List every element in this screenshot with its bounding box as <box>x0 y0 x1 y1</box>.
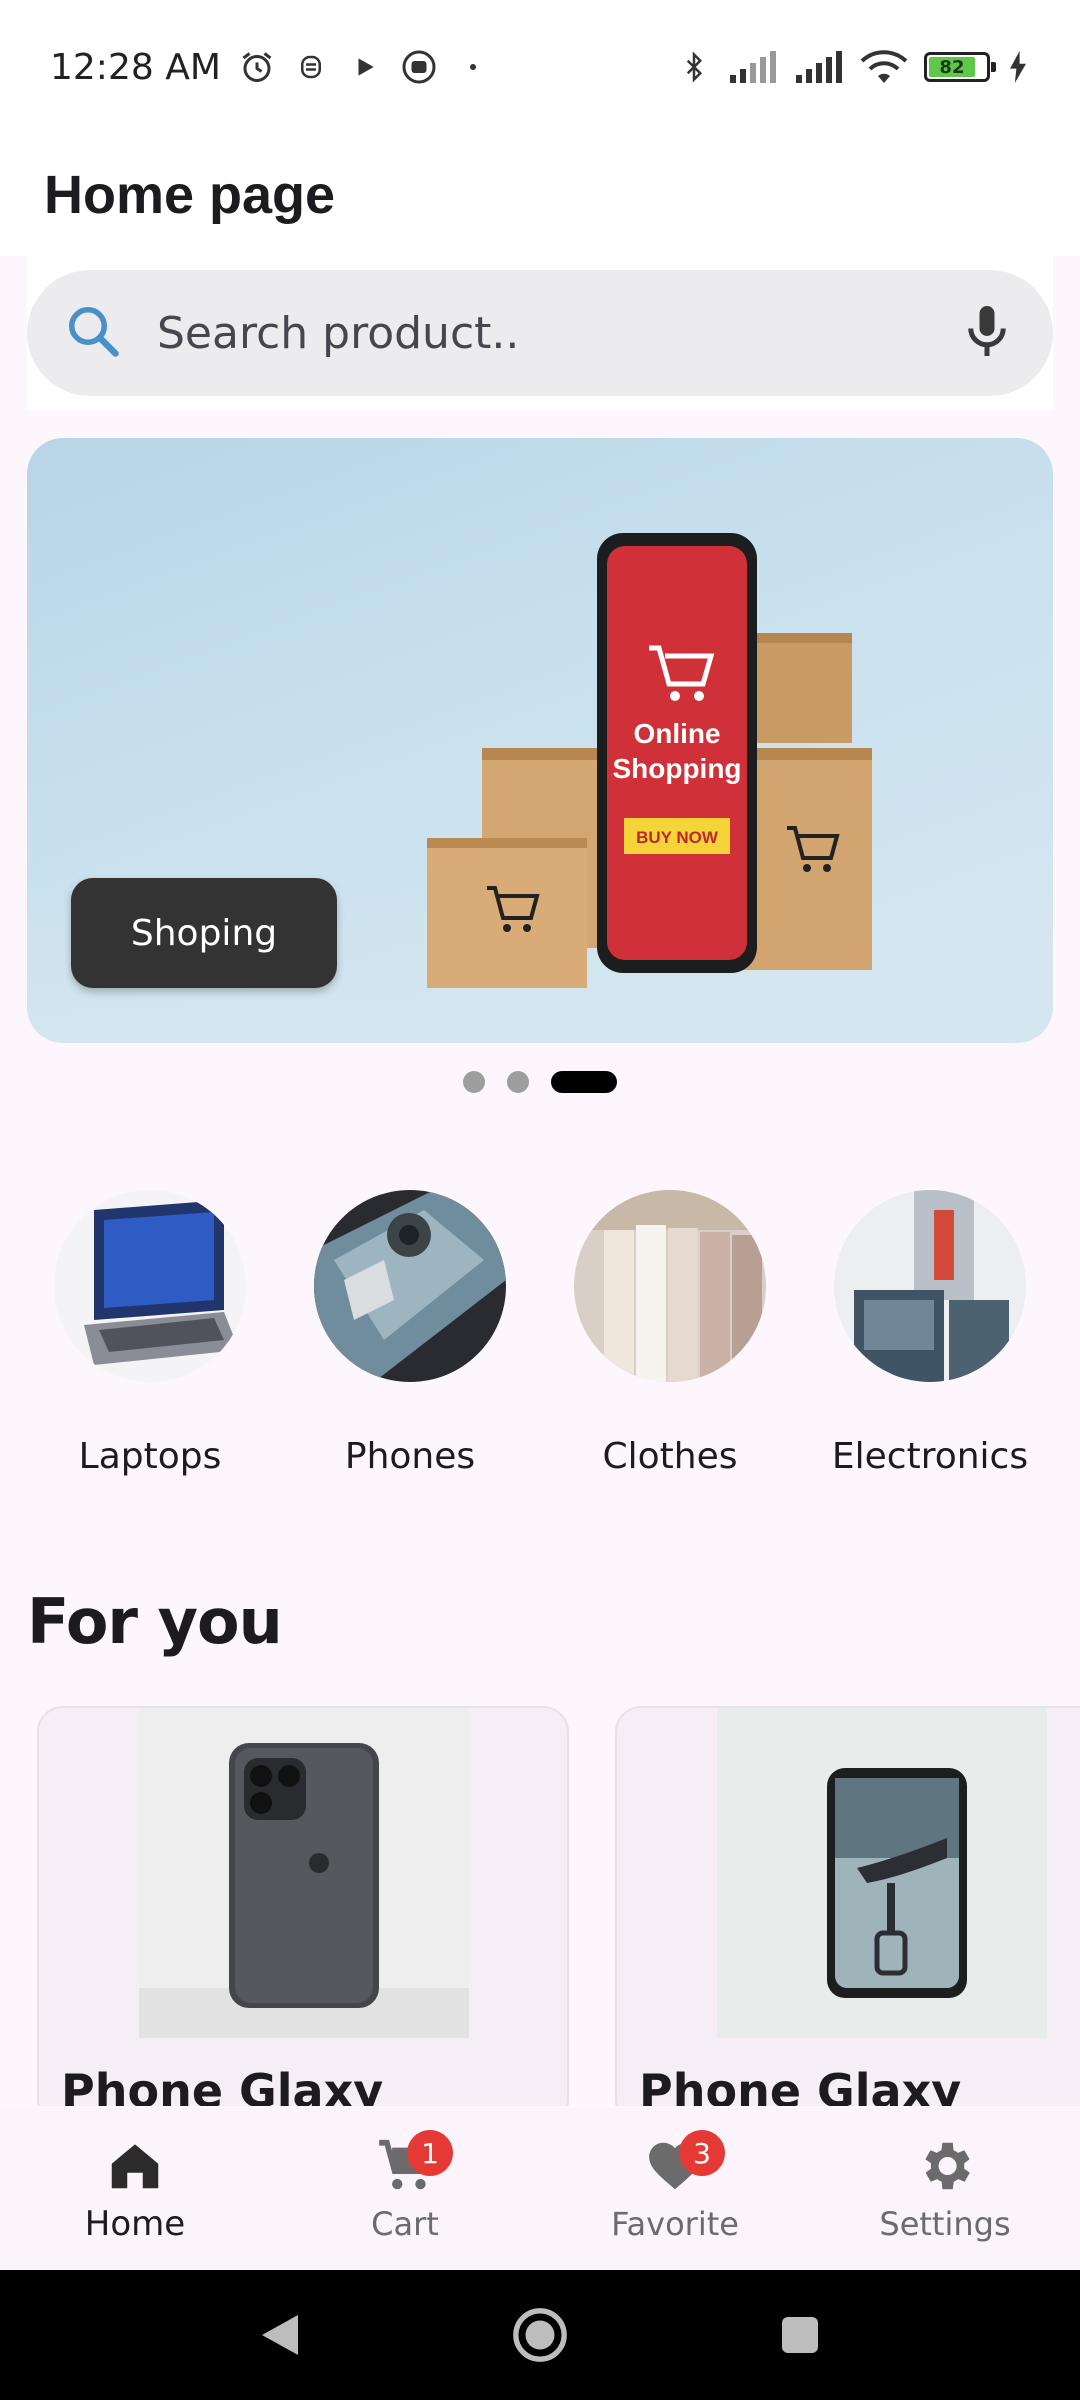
category-label: Phones <box>344 1436 476 1477</box>
search-container <box>27 256 1053 410</box>
gear-icon <box>925 2142 970 2190</box>
battery-level: 82 <box>929 57 975 78</box>
carousel-dot[interactable] <box>507 1071 529 1093</box>
system-navigation-bar <box>0 2270 1080 2400</box>
signal-icon <box>728 49 778 85</box>
search-icon[interactable] <box>63 301 123 365</box>
nav-label: Home <box>84 2204 186 2244</box>
back-icon[interactable] <box>250 2305 310 2365</box>
product-title: Phone Glaxy <box>639 2064 962 2106</box>
nav-label: Settings <box>879 2205 1011 2243</box>
svg-text:Online: Online <box>633 718 720 749</box>
notification-icon <box>293 49 329 85</box>
app-bar: Home page <box>0 134 1080 256</box>
laptop-image <box>54 1190 246 1382</box>
nav-item-home[interactable]: Home <box>0 2108 270 2270</box>
product-card[interactable]: Phone Glaxy <box>615 1706 1080 2106</box>
recents-icon[interactable] <box>770 2305 830 2365</box>
section-title: For you <box>27 1585 283 1658</box>
carousel-dot-active[interactable] <box>551 1071 617 1093</box>
charging-icon <box>1006 49 1030 85</box>
home-button-icon[interactable] <box>510 2305 570 2365</box>
product-list: Phone Glaxy Phone Glaxy <box>37 1706 1080 2106</box>
category-phones[interactable]: Phones <box>287 1190 533 1500</box>
nav-item-cart[interactable]: 1 Cart <box>270 2108 540 2270</box>
bluetooth-icon <box>676 49 712 85</box>
promo-banner[interactable]: Online Shopping BUY NOW Shoping <box>27 438 1053 1043</box>
mic-icon[interactable] <box>957 301 1017 365</box>
carousel-dot[interactable] <box>463 1071 485 1093</box>
carousel-indicator <box>0 1070 1080 1094</box>
nav-item-favorite[interactable]: 3 Favorite <box>540 2108 810 2270</box>
battery-icon: 82 <box>924 52 996 82</box>
nav-item-settings[interactable]: Settings <box>810 2108 1080 2270</box>
dot-icon <box>455 49 491 85</box>
svg-text:BUY NOW: BUY NOW <box>636 828 719 847</box>
signal-icon <box>794 49 844 85</box>
clothes-image <box>574 1190 766 1382</box>
product-image <box>717 1708 1047 2038</box>
bottom-navigation: Home 1 Cart 3 Favorite Settings <box>0 2108 1080 2270</box>
search-input[interactable] <box>157 307 957 359</box>
nav-label: Cart <box>371 2205 439 2243</box>
alarm-icon <box>239 49 275 85</box>
wifi-icon <box>860 49 908 85</box>
electronics-image <box>834 1190 1026 1382</box>
home-icon <box>111 2144 159 2189</box>
page-title: Home page <box>44 165 336 225</box>
status-bar: 12:28 AM 82 <box>0 0 1080 134</box>
category-label: Clothes <box>602 1436 738 1477</box>
cart-badge: 1 <box>407 2130 453 2176</box>
status-time: 12:28 AM <box>50 46 221 88</box>
category-laptops[interactable]: Laptops <box>27 1190 273 1500</box>
play-icon <box>347 49 383 85</box>
category-label: Laptops <box>78 1436 222 1477</box>
category-label: Electronics <box>831 1436 1029 1477</box>
category-list: Laptops Phones Clothes Electronics <box>27 1190 1053 1500</box>
nav-label: Favorite <box>611 2205 739 2243</box>
media-icon <box>401 49 437 85</box>
category-electronics[interactable]: Electronics <box>807 1190 1053 1500</box>
favorite-badge: 3 <box>679 2130 725 2176</box>
shopping-button[interactable]: Shoping <box>71 878 337 988</box>
phone-image <box>314 1190 506 1382</box>
category-clothes[interactable]: Clothes <box>547 1190 793 1500</box>
svg-text:Shopping: Shopping <box>612 753 741 784</box>
product-card[interactable]: Phone Glaxy <box>37 1706 569 2106</box>
product-image <box>139 1708 469 2038</box>
product-title: Phone Glaxy <box>61 2064 384 2106</box>
search-bar[interactable] <box>27 270 1053 396</box>
